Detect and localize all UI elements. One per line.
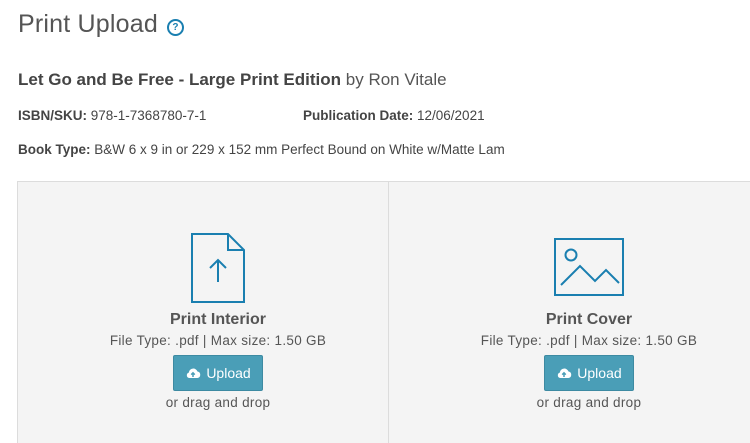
cloud-upload-icon <box>556 367 572 379</box>
book-meta-row: ISBN/SKU: 978-1-7368780-7-1 Publication … <box>18 108 485 123</box>
print-cover-drag-text: or drag and drop <box>536 395 642 410</box>
print-cover-upload-label: Upload <box>577 365 622 381</box>
print-interior-upload-label: Upload <box>206 365 251 381</box>
book-heading: Let Go and Be Free - Large Print Edition… <box>18 70 447 90</box>
help-icon[interactable]: ? <box>166 19 184 36</box>
book-type-row: Book Type: B&W 6 x 9 in or 229 x 152 mm … <box>18 142 505 157</box>
print-interior-drag-text: or drag and drop <box>165 395 271 410</box>
publication-date-value: 12/06/2021 <box>413 108 485 123</box>
print-interior-label: Print Interior <box>169 311 266 328</box>
isbn-label: ISBN/SKU: <box>18 108 88 123</box>
upload-panels: Print Interior File Type: .pdf | Max siz… <box>17 181 750 443</box>
book-type-value: B&W 6 x 9 in or 229 x 152 mm Perfect Bou… <box>90 142 505 157</box>
print-cover-label: Print Cover <box>545 311 633 328</box>
print-interior-upload-button[interactable]: Upload <box>173 355 263 391</box>
print-cover-file-type: File Type: .pdf | Max size: 1.50 GB <box>480 333 698 348</box>
title-row: Print Upload ? <box>18 10 184 39</box>
file-upload-icon <box>190 232 246 309</box>
book-author: by Ron Vitale <box>341 70 447 89</box>
book-title: Let Go and Be Free - Large Print Edition <box>18 70 342 89</box>
print-cover-upload-button[interactable]: Upload <box>543 355 634 391</box>
print-upload-page: Print Upload ? Let Go and Be Free - Larg… <box>0 0 750 443</box>
isbn-field: ISBN/SKU: 978-1-7368780-7-1 <box>18 108 206 123</box>
print-cover-panel[interactable]: Print Cover File Type: .pdf | Max size: … <box>387 182 750 443</box>
book-type-label: Book Type: <box>18 142 91 157</box>
print-interior-file-type: File Type: .pdf | Max size: 1.50 GB <box>109 333 327 348</box>
cloud-upload-icon <box>185 367 201 379</box>
page-title: Print Upload <box>18 10 158 38</box>
image-icon <box>553 237 625 302</box>
publication-date-label: Publication Date: <box>303 108 414 123</box>
publication-date-field: Publication Date: 12/06/2021 <box>303 108 485 123</box>
print-interior-panel[interactable]: Print Interior File Type: .pdf | Max siz… <box>18 182 388 443</box>
isbn-value: 978-1-7368780-7-1 <box>87 108 207 123</box>
